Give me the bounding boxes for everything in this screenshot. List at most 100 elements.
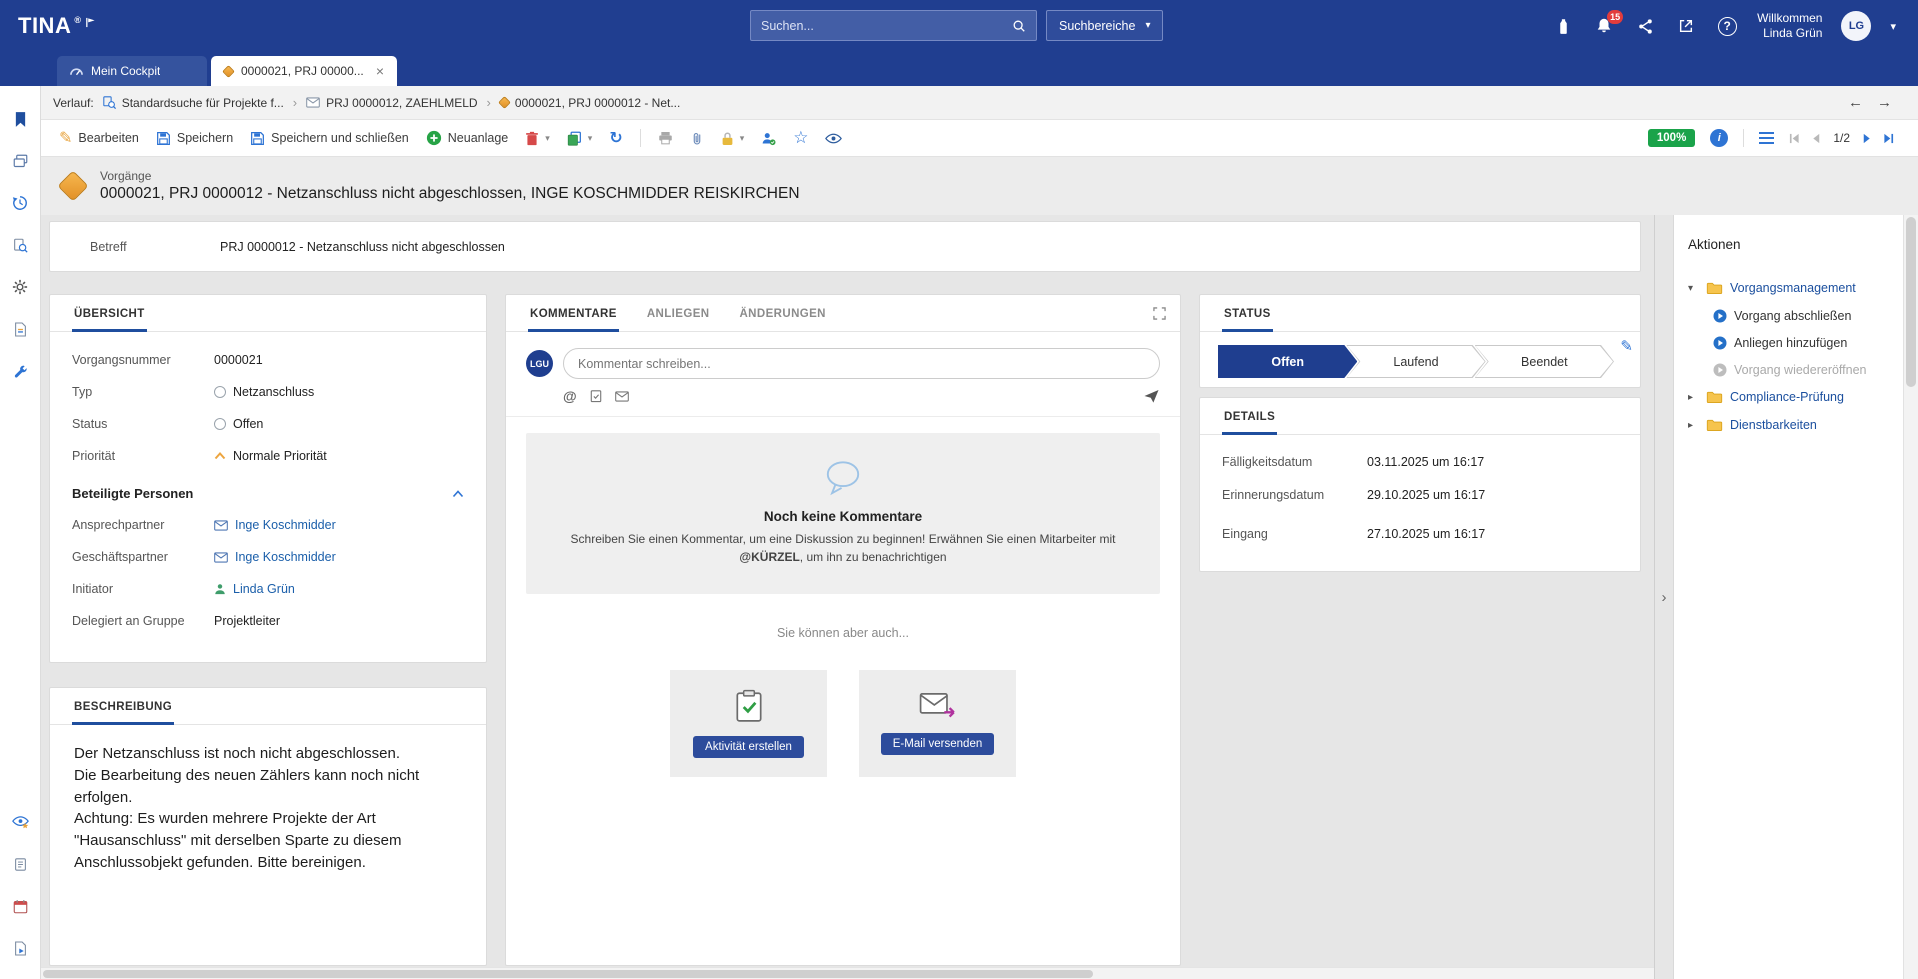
collapse-section-icon[interactable] — [452, 490, 464, 498]
horizontal-scrollbar[interactable] — [41, 967, 1654, 979]
tab-aenderungen[interactable]: ÄNDERUNGEN — [737, 295, 827, 332]
priority-chevron-icon — [214, 452, 226, 460]
refresh-button[interactable]: ↻ — [609, 128, 622, 148]
action-group-label: Dienstbarkeiten — [1730, 418, 1817, 432]
status-step-beendet[interactable]: Beendet — [1475, 345, 1614, 378]
tab-uebersicht[interactable]: ÜBERSICHT — [72, 295, 147, 332]
attachment-button[interactable] — [690, 131, 704, 146]
send-icon[interactable] — [1143, 389, 1160, 404]
tab-details[interactable]: DETAILS — [1222, 398, 1277, 435]
avatar[interactable]: LG — [1841, 11, 1871, 41]
detail-label: Erinnerungsdatum — [1222, 488, 1367, 502]
user-menu-chevron-icon[interactable]: ▾ — [1890, 20, 1896, 33]
breadcrumb-prefix: Verlauf: — [53, 96, 94, 110]
status-step-offen[interactable]: Offen — [1218, 345, 1357, 378]
edit-status-icon[interactable]: ✎ — [1620, 337, 1633, 355]
search-scope-button[interactable]: Suchbereiche ▾ — [1046, 10, 1163, 41]
send-email-tile[interactable]: E-Mail versenden — [859, 670, 1016, 777]
help-icon[interactable]: ? — [1716, 15, 1738, 37]
horizontal-scrollbar-thumb[interactable] — [43, 970, 1093, 978]
search-box[interactable] — [750, 10, 1037, 41]
calendar-icon[interactable] — [0, 885, 41, 927]
windows-icon[interactable] — [0, 140, 41, 182]
fullscreen-icon[interactable] — [1153, 307, 1166, 320]
search-input[interactable] — [761, 19, 1012, 33]
settings-gear-icon[interactable] — [0, 266, 41, 308]
tab-record[interactable]: 0000021, PRJ 00000... × — [211, 56, 397, 86]
status-step-laufend[interactable]: Laufend — [1346, 345, 1485, 378]
vertical-scrollbar[interactable] — [1903, 215, 1918, 979]
tab-kommentare[interactable]: KOMMENTARE — [528, 295, 619, 332]
close-icon[interactable]: × — [376, 63, 384, 79]
action-run-icon-disabled — [1713, 363, 1727, 377]
field-label: Ansprechpartner — [72, 518, 214, 532]
email-icon[interactable] — [615, 391, 629, 402]
action-group-vorgangsmanagement[interactable]: ▾ Vorgangsmanagement — [1688, 274, 1889, 302]
menu-icon[interactable] — [1759, 132, 1774, 144]
open-new-window-icon[interactable] — [1675, 15, 1697, 37]
first-page-icon[interactable] — [1789, 133, 1800, 144]
vertical-scrollbar-thumb[interactable] — [1906, 217, 1916, 387]
composer-avatar: LGU — [526, 350, 553, 377]
history-forward-icon[interactable]: → — [1877, 94, 1892, 111]
logo-text: TINA — [18, 13, 71, 39]
action-vorgang-abschliessen[interactable]: Vorgang abschließen — [1688, 302, 1889, 329]
copy-button[interactable]: ▾ — [567, 131, 593, 146]
contact-link[interactable]: Linda Grün — [233, 582, 295, 596]
previous-page-icon[interactable] — [1811, 133, 1822, 144]
contact-link[interactable]: Inge Koschmidder — [235, 518, 336, 532]
user-name: Linda Grün — [1757, 26, 1822, 41]
breadcrumb-item-search[interactable]: Standardsuche für Projekte f... — [103, 96, 284, 110]
send-email-button[interactable]: E-Mail versenden — [881, 733, 994, 755]
search-results-icon — [103, 96, 116, 109]
action-group-compliance-pruefung[interactable]: ▸ Compliance-Prüfung — [1688, 383, 1889, 411]
task-icon[interactable] — [590, 389, 602, 403]
share-icon[interactable] — [1634, 15, 1656, 37]
search-document-icon[interactable] — [0, 224, 41, 266]
watch-eye-star-icon[interactable] — [0, 801, 41, 843]
favorite-button[interactable]: ☆ — [793, 128, 808, 148]
save-close-button[interactable]: Speichern und schließen — [250, 131, 409, 146]
tab-label: 0000021, PRJ 00000... — [241, 64, 364, 78]
delete-button[interactable]: ▾ — [525, 131, 550, 146]
last-page-icon[interactable] — [1883, 133, 1894, 144]
breadcrumb-item-project[interactable]: PRJ 0000012, ZAEHLMELD — [306, 96, 477, 110]
bookmark-icon[interactable] — [0, 98, 41, 140]
export-document-icon[interactable] — [0, 927, 41, 969]
print-button[interactable] — [658, 131, 673, 145]
edit-button[interactable]: ✎ Bearbeiten — [59, 128, 139, 148]
contact-link[interactable]: Inge Koschmidder — [235, 550, 336, 564]
panel-collapse-handle[interactable]: › — [1662, 589, 1667, 606]
tab-anliegen[interactable]: ANLIEGEN — [645, 295, 712, 332]
tab-beschreibung[interactable]: BESCHREIBUNG — [72, 688, 174, 725]
detail-row: Eingang 27.10.2025 um 16:17 — [1200, 517, 1640, 550]
flask-icon[interactable] — [1552, 15, 1574, 37]
field-value: Projektleiter — [214, 614, 280, 628]
permissions-button[interactable] — [761, 131, 776, 146]
comment-input[interactable] — [563, 348, 1160, 379]
search-icon[interactable] — [1012, 19, 1026, 33]
report-document-icon[interactable] — [0, 308, 41, 350]
history-back-icon[interactable]: ← — [1848, 94, 1863, 111]
notes-icon[interactable] — [0, 843, 41, 885]
info-icon[interactable]: i — [1710, 129, 1728, 147]
history-icon[interactable] — [0, 182, 41, 224]
notifications-bell-icon[interactable]: 15 — [1593, 15, 1615, 37]
create-activity-tile[interactable]: Aktivität erstellen — [670, 670, 827, 777]
action-run-icon — [1713, 309, 1727, 323]
watch-button[interactable] — [825, 133, 842, 144]
tools-wrench-icon[interactable] — [0, 350, 41, 392]
breadcrumb-item-record[interactable]: 0000021, PRJ 0000012 - Net... — [500, 96, 680, 110]
save-button[interactable]: Speichern — [156, 131, 233, 146]
new-record-button[interactable]: Neuanlage — [426, 130, 508, 146]
action-anliegen-hinzufuegen[interactable]: Anliegen hinzufügen — [1688, 329, 1889, 356]
tab-mein-cockpit[interactable]: Mein Cockpit — [57, 56, 207, 86]
lock-button[interactable]: ▾ — [721, 131, 745, 146]
tab-status[interactable]: STATUS — [1222, 295, 1273, 332]
mention-icon[interactable]: @ — [563, 388, 577, 404]
next-page-icon[interactable] — [1861, 133, 1872, 144]
create-activity-button[interactable]: Aktivität erstellen — [693, 736, 804, 758]
action-group-dienstbarkeiten[interactable]: ▸ Dienstbarkeiten — [1688, 411, 1889, 439]
chevron-down-icon: ▾ — [545, 133, 550, 144]
record-diamond-icon — [222, 65, 235, 78]
